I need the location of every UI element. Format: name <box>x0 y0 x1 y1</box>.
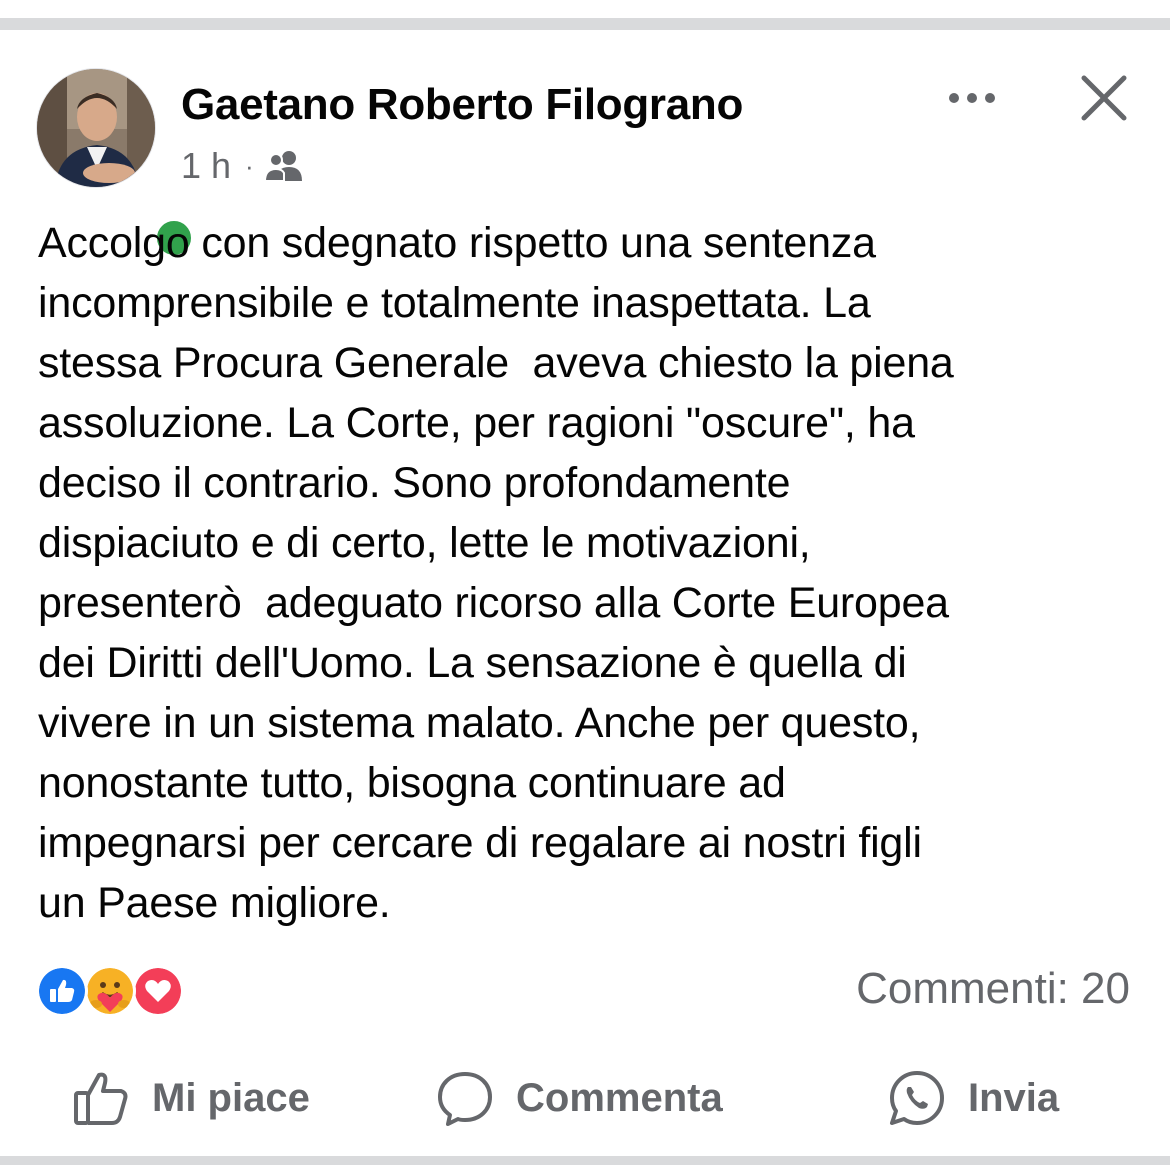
meta-separator: · <box>245 150 254 181</box>
close-icon[interactable] <box>1080 74 1128 122</box>
thumbs-up-icon <box>74 1072 128 1125</box>
avatar-photo <box>37 69 155 187</box>
share-button[interactable]: Invia <box>888 1058 1059 1138</box>
care-icon <box>84 965 136 1017</box>
whatsapp-icon <box>890 1071 944 1125</box>
like-button[interactable]: Mi piace <box>72 1058 310 1138</box>
comment-button[interactable]: Commenta <box>436 1058 723 1138</box>
author-name[interactable]: Gaetano Roberto Filograno <box>181 80 743 130</box>
like-button-label: Mi piace <box>152 1075 310 1120</box>
comments-count[interactable]: Commenti: 20 <box>856 964 1130 1014</box>
love-icon <box>132 965 184 1017</box>
share-button-label: Invia <box>968 1075 1060 1120</box>
post-meta: 1 h · <box>181 145 304 187</box>
post-timestamp[interactable]: 1 h <box>181 145 231 187</box>
post-text: Accolgo con sdegnato rispetto una senten… <box>38 219 954 927</box>
friends-icon[interactable] <box>263 149 304 183</box>
comment-bubble-icon <box>438 1072 492 1126</box>
like-icon <box>36 965 88 1017</box>
reactions-summary[interactable] <box>36 965 186 1017</box>
action-bar: Mi piace Commenta Invia <box>0 1058 1170 1138</box>
top-divider <box>0 18 1170 30</box>
avatar <box>36 68 156 188</box>
bottom-divider <box>0 1156 1170 1165</box>
facebook-post: Gaetano Roberto Filograno 1 h · Accolgo … <box>0 0 1170 1165</box>
comment-button-label: Commenta <box>516 1075 723 1120</box>
author-avatar[interactable] <box>36 68 196 260</box>
more-options-icon[interactable] <box>944 84 1000 112</box>
